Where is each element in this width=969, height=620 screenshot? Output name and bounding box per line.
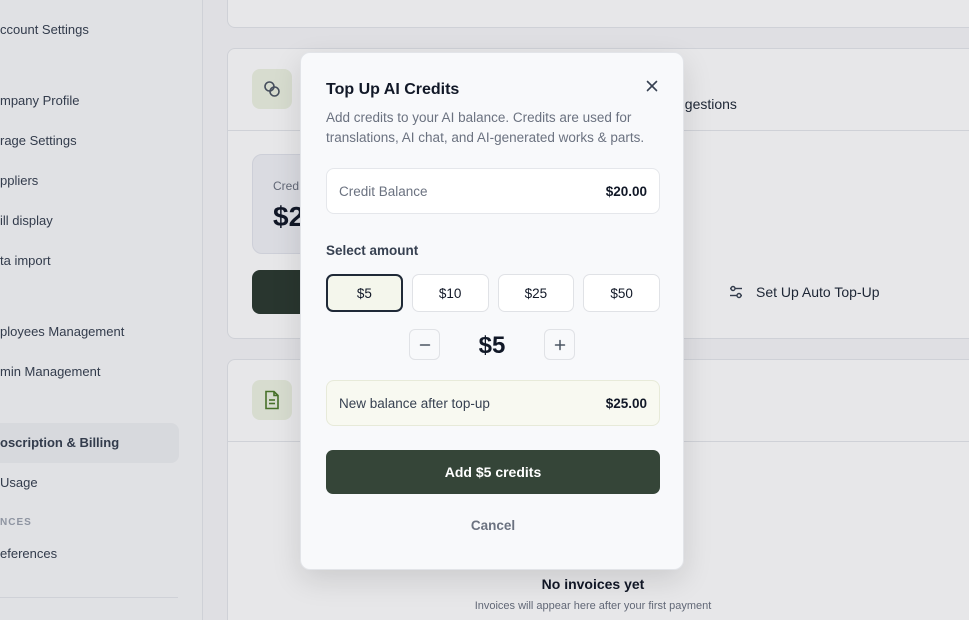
new-balance-value: $25.00	[605, 395, 647, 411]
current-balance-label: Credit Balance	[339, 183, 428, 199]
amount-options: $5 $10 $25 $50	[326, 274, 660, 312]
cancel-button[interactable]: Cancel	[326, 511, 660, 539]
dialog-title: Top Up AI Credits	[326, 81, 460, 98]
amount-option-50[interactable]: $50	[583, 274, 660, 312]
add-credits-button[interactable]: Add $5 credits	[326, 450, 660, 494]
stepper-value: $5	[478, 332, 506, 359]
increment-button[interactable]	[544, 329, 575, 360]
amount-option-10[interactable]: $10	[411, 274, 489, 312]
minus-icon	[419, 343, 430, 346]
current-balance-box: Credit Balance $20.00	[326, 168, 660, 214]
decrement-button[interactable]	[409, 329, 440, 360]
new-balance-label: New balance after top-up	[339, 395, 490, 411]
amount-option-25[interactable]: $25	[497, 274, 575, 312]
select-amount-label: Select amount	[326, 243, 419, 258]
current-balance-value: $20.00	[605, 183, 647, 199]
top-up-credits-dialog: Top Up AI Credits Add credits to your AI…	[300, 52, 684, 570]
close-button[interactable]	[641, 75, 663, 97]
dialog-description: Add credits to your AI balance. Credits …	[326, 110, 645, 145]
amount-stepper: $5	[409, 329, 575, 361]
amount-option-5[interactable]: $5	[326, 274, 403, 312]
plus-icon	[554, 339, 565, 350]
new-balance-box: New balance after top-up $25.00	[326, 380, 660, 426]
close-icon	[646, 80, 658, 92]
